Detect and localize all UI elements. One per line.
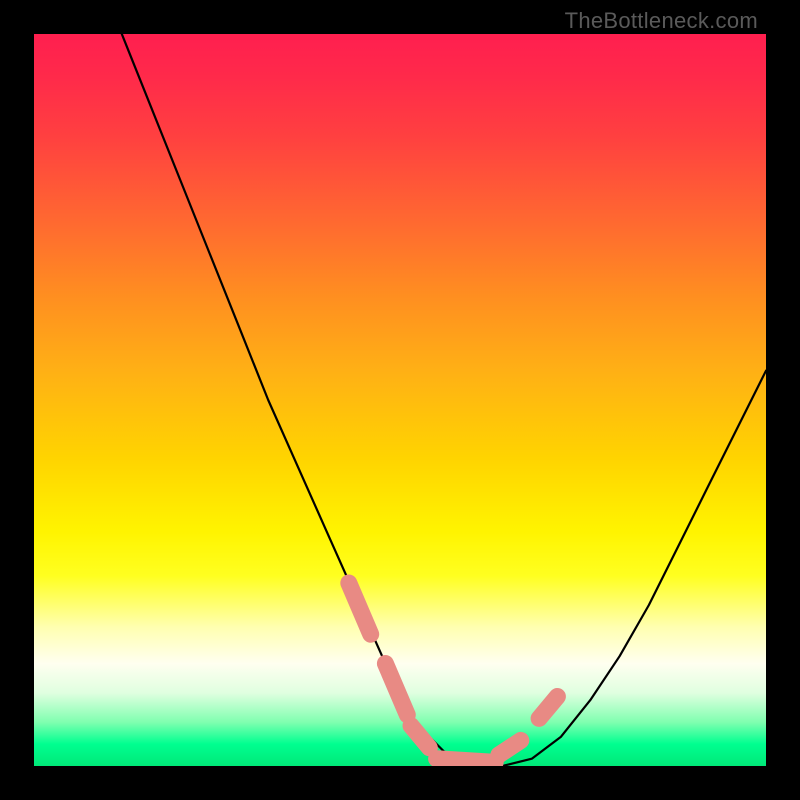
highlight-segment: [539, 697, 557, 719]
highlight-segment: [411, 726, 429, 748]
highlight-segment: [349, 583, 371, 634]
curve-layer: [34, 34, 766, 766]
plot-area: [34, 34, 766, 766]
highlight-segment: [499, 740, 521, 755]
chart-frame: TheBottleneck.com: [0, 0, 800, 800]
attribution-watermark: TheBottleneck.com: [565, 8, 758, 34]
highlight-segment: [437, 759, 496, 763]
highlight-segment: [385, 664, 407, 715]
bottleneck-curve: [122, 34, 766, 766]
